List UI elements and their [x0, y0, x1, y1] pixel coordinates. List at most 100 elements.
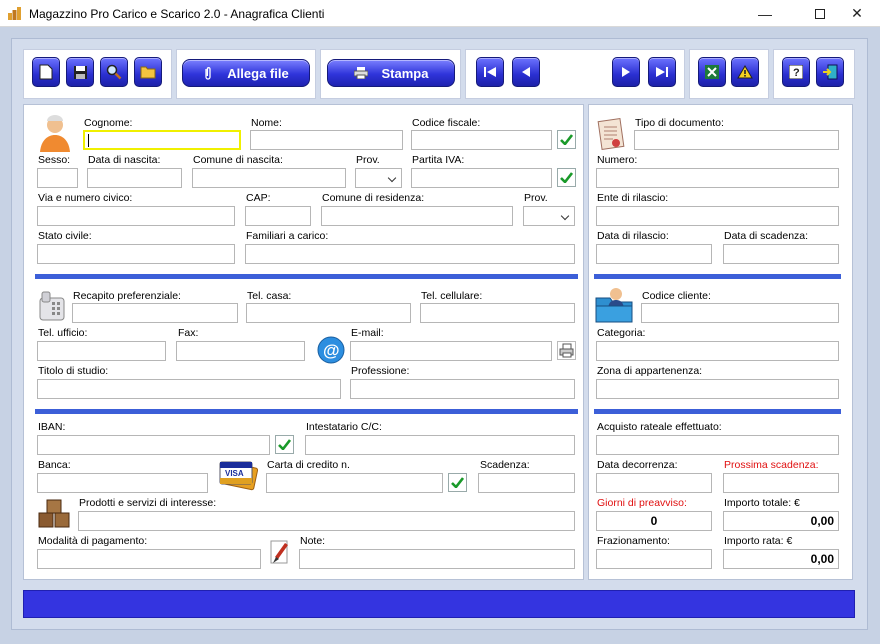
banca-label: Banca: [38, 459, 71, 471]
data-scadenza-field[interactable] [723, 244, 839, 264]
search-icon [106, 64, 122, 80]
comune-residenza-field[interactable] [321, 206, 513, 226]
acquisto-rateale-label: Acquisto rateale effettuato: [597, 421, 722, 433]
print-label: Stampa [381, 65, 429, 81]
partita-iva-check-button[interactable] [557, 168, 576, 187]
new-document-icon [39, 64, 53, 80]
giorni-preavviso-label: Giorni di preavviso: [597, 497, 687, 509]
banca-field[interactable] [37, 473, 208, 493]
print-button[interactable]: Stampa [327, 59, 455, 87]
via-field[interactable] [37, 206, 235, 226]
tel-cellulare-field[interactable] [420, 303, 575, 323]
comune-nascita-field[interactable] [192, 168, 346, 188]
iban-check-button[interactable] [275, 435, 294, 454]
section-divider [35, 274, 578, 279]
importo-totale-field[interactable]: 0,00 [723, 511, 839, 531]
data-rilascio-field[interactable] [596, 244, 712, 264]
stato-civile-field[interactable] [37, 244, 235, 264]
sesso-field[interactable] [37, 168, 78, 188]
previous-icon [522, 67, 530, 77]
excel-export-button[interactable] [698, 57, 726, 87]
close-button[interactable]: ✕ [834, 0, 880, 27]
recapito-field[interactable] [72, 303, 238, 323]
familiari-field[interactable] [245, 244, 575, 264]
note-field[interactable] [299, 549, 575, 569]
frazionamento-field[interactable] [596, 549, 712, 569]
acquisto-rateale-field[interactable] [596, 435, 839, 455]
checkmark-icon [451, 477, 464, 488]
carta-credito-check-button[interactable] [448, 473, 467, 492]
data-scadenza-label: Data di scadenza: [724, 230, 809, 242]
minimize-button[interactable]: — [742, 0, 788, 27]
first-record-button[interactable] [476, 57, 504, 87]
exit-button[interactable] [816, 57, 844, 87]
numero-label: Numero: [597, 154, 638, 166]
comune-residenza-label: Comune di residenza: [322, 192, 425, 204]
warning-button[interactable] [731, 57, 759, 87]
cap-label: CAP: [246, 192, 271, 204]
next-record-button[interactable] [612, 57, 640, 87]
importo-totale-label: Importo totale: € [724, 497, 800, 509]
giorni-preavviso-field[interactable]: 0 [596, 511, 712, 531]
first-icon [484, 67, 496, 77]
prossima-scadenza-field[interactable] [723, 473, 839, 493]
prodotti-field[interactable] [78, 511, 575, 531]
new-button[interactable] [32, 57, 60, 87]
prov-nascita-select[interactable] [355, 168, 402, 188]
title-bar: Magazzino Pro Carico e Scarico 2.0 - Ana… [0, 0, 880, 27]
familiari-label: Familiari a carico: [246, 230, 329, 242]
attach-file-label: Allega file [227, 65, 289, 81]
intestatario-field[interactable] [305, 435, 575, 455]
tel-casa-field[interactable] [246, 303, 411, 323]
scadenza-field[interactable] [478, 473, 575, 493]
svg-text:?: ? [793, 67, 800, 79]
importo-rata-field[interactable]: 0,00 [723, 549, 839, 569]
open-button[interactable] [134, 57, 162, 87]
checkmark-icon [278, 439, 291, 450]
save-button[interactable] [66, 57, 94, 87]
titolo-studio-field[interactable] [37, 379, 341, 399]
carta-credito-field[interactable] [266, 473, 443, 493]
partita-iva-field[interactable] [411, 168, 552, 188]
tel-cellulare-label: Tel. cellulare: [421, 290, 483, 302]
prov-residenza-select[interactable] [523, 206, 575, 226]
previous-record-button[interactable] [512, 57, 540, 87]
next-icon [622, 67, 630, 77]
status-bar [23, 590, 855, 618]
numero-field[interactable] [596, 168, 839, 188]
tel-ufficio-label: Tel. ufficio: [38, 327, 88, 339]
codice-fiscale-field[interactable] [411, 130, 552, 150]
last-record-button[interactable] [648, 57, 676, 87]
recapito-label: Recapito preferenziale: [73, 290, 181, 302]
data-nascita-field[interactable] [87, 168, 182, 188]
tipo-documento-field[interactable] [634, 130, 839, 150]
codice-cliente-field[interactable] [641, 303, 839, 323]
categoria-field[interactable] [596, 341, 839, 361]
zona-label: Zona di appartenenza: [597, 365, 703, 377]
iban-field[interactable] [37, 435, 270, 455]
carta-credito-label: Carta di credito n. [267, 459, 350, 471]
cognome-field[interactable] [83, 130, 241, 150]
comune-nascita-label: Comune di nascita: [193, 154, 283, 166]
search-button[interactable] [100, 57, 128, 87]
attach-file-button[interactable]: Allega file [182, 59, 310, 87]
nome-field[interactable] [250, 130, 403, 150]
pagamento-field[interactable] [37, 549, 261, 569]
data-nascita-label: Data di nascita: [88, 154, 161, 166]
cap-field[interactable] [245, 206, 311, 226]
data-decorrenza-field[interactable] [596, 473, 712, 493]
document-certificate-icon [597, 118, 625, 150]
email-field[interactable] [350, 341, 552, 361]
zona-field[interactable] [596, 379, 839, 399]
tel-ufficio-field[interactable] [37, 341, 166, 361]
codice-fiscale-check-button[interactable] [557, 130, 576, 149]
fax-field[interactable] [176, 341, 305, 361]
client-folder-icon [595, 288, 633, 323]
warning-icon [737, 65, 753, 79]
telephone-icon [39, 291, 65, 321]
ente-rilascio-field[interactable] [596, 206, 839, 226]
help-button[interactable]: ? [782, 57, 810, 87]
professione-field[interactable] [350, 379, 575, 399]
send-email-button[interactable] [557, 341, 576, 360]
fax-label: Fax: [178, 327, 199, 339]
